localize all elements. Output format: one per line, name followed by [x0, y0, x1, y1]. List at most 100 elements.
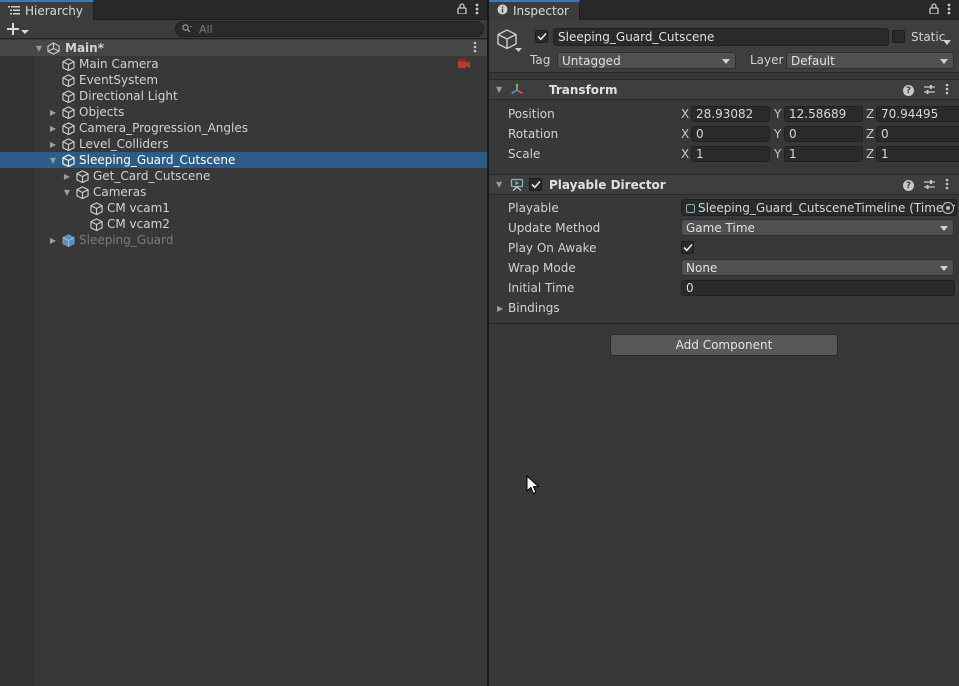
create-button[interactable] — [7, 21, 29, 38]
presets-sliders-icon[interactable] — [924, 84, 935, 98]
kebab-menu-icon[interactable] — [945, 83, 949, 98]
kebab-menu-icon[interactable] — [945, 178, 949, 193]
inspector-panel: Inspector Sleeping_Guard_Cutscene Static… — [489, 0, 959, 686]
lock-icon[interactable] — [457, 3, 467, 17]
hierarchy-row-label: CM vcam2 — [107, 217, 170, 231]
initial-time-field[interactable]: 0 — [681, 280, 955, 296]
transform-title: Transform — [549, 83, 618, 97]
hierarchy-row-label: Directional Light — [79, 89, 178, 103]
foldout-collapsed-icon[interactable]: ▶ — [62, 171, 72, 181]
foldout-expanded-icon[interactable]: ▼ — [34, 43, 44, 53]
hierarchy-row-label: Cameras — [93, 185, 147, 199]
gameobject-cube-icon — [89, 201, 103, 215]
transform-axes-icon — [510, 83, 524, 100]
foldout-collapsed-icon[interactable]: ▶ — [48, 107, 58, 117]
camera-gizmo-icon[interactable] — [457, 58, 471, 70]
hierarchy-row[interactable]: ▶ Sleeping_Guard — [0, 232, 487, 248]
axis-x-label[interactable]: X — [681, 107, 689, 121]
hierarchy-row[interactable]: CM vcam1 — [0, 200, 487, 216]
foldout-expanded-icon[interactable]: ▼ — [62, 187, 72, 197]
wrap-mode-value: None — [686, 260, 718, 275]
hierarchy-row[interactable]: ▼ Cameras — [0, 184, 487, 200]
static-dropdown-icon[interactable] — [943, 35, 951, 49]
kebab-menu-icon[interactable] — [475, 3, 479, 18]
playable-director-header[interactable]: ▼ Playable Director ? — [489, 174, 959, 195]
hierarchy-row[interactable]: Main Camera — [0, 56, 487, 72]
kebab-menu-icon[interactable] — [947, 3, 951, 18]
position-x-field[interactable]: 28.93082 — [691, 106, 770, 122]
gameobject-cube-icon — [61, 89, 75, 103]
transform-header[interactable]: ▼ Transform ? — [489, 79, 959, 100]
axis-y-label[interactable]: Y — [774, 147, 781, 161]
help-icon[interactable]: ? — [903, 180, 914, 191]
scale-z-field[interactable]: 1 — [876, 146, 959, 162]
search-field[interactable] — [175, 21, 484, 37]
hierarchy-row-label: Camera_Progression_Angles — [79, 121, 248, 135]
bindings-label[interactable]: Bindings — [508, 301, 560, 315]
playable-director-icon — [510, 178, 524, 195]
scale-x-field[interactable]: 1 — [691, 146, 770, 162]
hierarchy-row[interactable]: ▶ Camera_Progression_Angles — [0, 120, 487, 136]
presets-sliders-icon[interactable] — [924, 179, 935, 193]
rotation-y-field[interactable]: 0 — [784, 126, 863, 142]
help-icon[interactable]: ? — [903, 85, 914, 96]
mouse-cursor-icon — [526, 474, 540, 495]
rotation-x-field[interactable]: 0 — [691, 126, 770, 142]
hierarchy-row[interactable]: CM vcam2 — [0, 216, 487, 232]
hierarchy-row[interactable]: EventSystem — [0, 72, 487, 88]
tab-inspector[interactable]: Inspector — [489, 0, 580, 20]
scene-row[interactable]: ▼ Main* — [0, 40, 487, 56]
gameobject-cube-icon — [61, 153, 75, 167]
lock-icon[interactable] — [929, 3, 939, 17]
axis-x-label[interactable]: X — [681, 147, 689, 161]
gameobject-cube-icon — [61, 137, 75, 151]
tab-hierarchy[interactable]: Hierarchy — [0, 0, 95, 20]
static-label: Static — [911, 30, 946, 44]
playable-label: Playable — [508, 201, 559, 215]
active-checkbox[interactable] — [535, 30, 548, 43]
playable-object-field[interactable]: Sleeping_Guard_CutsceneTimeline (Timelir — [681, 199, 957, 216]
axis-x-label[interactable]: X — [681, 127, 689, 141]
foldout-collapsed-icon[interactable]: ▶ — [48, 139, 58, 149]
play-on-awake-label: Play On Awake — [508, 241, 597, 255]
foldout-expanded-icon[interactable]: ▼ — [48, 155, 58, 165]
axis-z-label[interactable]: Z — [866, 147, 874, 161]
axis-z-label[interactable]: Z — [866, 107, 874, 121]
search-icon — [182, 22, 193, 36]
foldout-expanded-icon[interactable]: ▼ — [496, 85, 502, 94]
wrap-mode-label: Wrap Mode — [508, 261, 576, 275]
bindings-foldout-icon[interactable]: ▶ — [497, 304, 503, 313]
axis-z-label[interactable]: Z — [866, 127, 874, 141]
hierarchy-row[interactable]: ▶ Level_Colliders — [0, 136, 487, 152]
gameobject-cube-icon[interactable] — [497, 28, 523, 56]
scale-y-field[interactable]: 1 — [784, 146, 863, 162]
search-input[interactable] — [199, 22, 459, 36]
position-z-field[interactable]: 70.94495 — [876, 106, 959, 122]
unity-scene-icon — [46, 41, 60, 55]
axis-y-label[interactable]: Y — [774, 127, 781, 141]
hierarchy-row[interactable]: ▶ Get_Card_Cutscene — [0, 168, 487, 184]
foldout-expanded-icon[interactable]: ▼ — [496, 180, 502, 189]
rotation-z-field[interactable]: 0 — [876, 126, 959, 142]
layer-dropdown[interactable]: Default — [786, 52, 954, 69]
foldout-collapsed-icon[interactable]: ▶ — [48, 123, 58, 133]
object-name-field[interactable]: Sleeping_Guard_Cutscene — [553, 28, 889, 46]
scene-kebab-icon[interactable] — [473, 41, 477, 56]
foldout-collapsed-icon[interactable]: ▶ — [48, 235, 58, 245]
transform-row-label: Position — [508, 107, 555, 121]
play-on-awake-checkbox[interactable] — [681, 241, 694, 254]
update-method-dropdown[interactable]: Game Time — [681, 219, 954, 236]
add-component-button[interactable]: Add Component — [610, 334, 838, 356]
object-picker-icon[interactable] — [942, 202, 954, 214]
hierarchy-row[interactable]: Directional Light — [0, 88, 487, 104]
component-enabled-checkbox[interactable] — [529, 178, 542, 191]
static-checkbox[interactable] — [892, 30, 905, 43]
position-y-field[interactable]: 12.58689 — [784, 106, 863, 122]
hierarchy-row[interactable]: ▼ Sleeping_Guard_Cutscene — [0, 152, 487, 168]
wrap-mode-dropdown[interactable]: None — [681, 259, 954, 276]
hierarchy-row-label: Level_Colliders — [79, 137, 169, 151]
hierarchy-row[interactable]: ▶ Objects — [0, 104, 487, 120]
gameobject-cube-icon — [61, 57, 75, 71]
tag-dropdown[interactable]: Untagged — [557, 52, 736, 69]
axis-y-label[interactable]: Y — [774, 107, 781, 121]
